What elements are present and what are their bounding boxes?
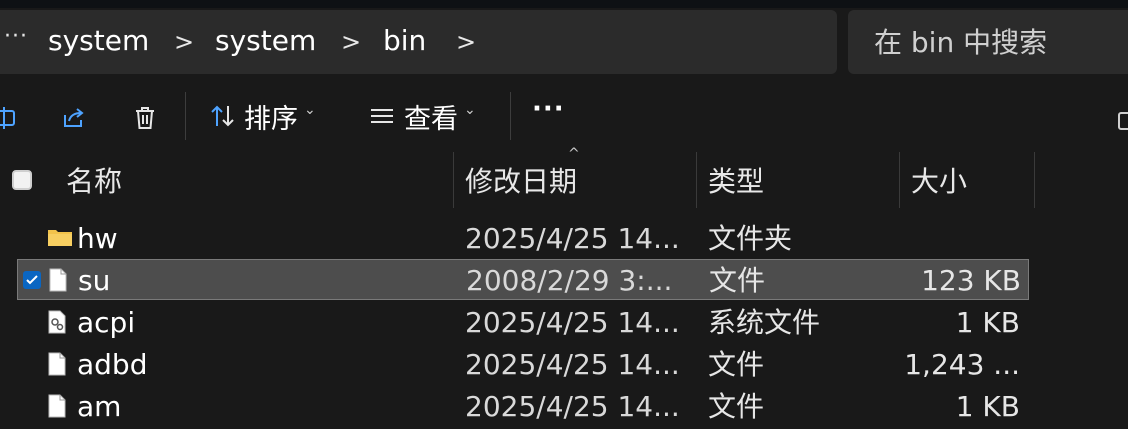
file-icon xyxy=(49,268,67,292)
file-row-hw[interactable]: hw 2025/4/25 14... 文件夹 xyxy=(17,218,1029,259)
column-header-date[interactable]: 修改日期 xyxy=(465,152,695,208)
column-resize-handle[interactable] xyxy=(899,152,900,208)
file-icon xyxy=(48,352,66,376)
rename-icon[interactable] xyxy=(0,104,22,132)
file-name: adbd xyxy=(77,348,148,381)
breadcrumb-system-1[interactable]: system xyxy=(48,24,149,58)
more-options-button[interactable]: ··· xyxy=(532,94,565,124)
column-date-label: 修改日期 xyxy=(465,165,578,198)
file-size: 123 KB xyxy=(921,264,1021,297)
file-icon xyxy=(48,394,66,418)
toolbar-divider xyxy=(510,92,511,140)
breadcrumb-overflow-button[interactable]: ··· xyxy=(4,24,28,49)
chevron-down-icon: ⌄ xyxy=(464,102,476,118)
delete-icon[interactable] xyxy=(131,104,159,132)
file-row-su[interactable]: su 2008/2/29 3:... 文件 123 KB xyxy=(17,259,1029,300)
file-type: 文件 xyxy=(708,390,765,423)
column-resize-handle[interactable] xyxy=(453,152,454,208)
search-placeholder: 在 bin 中搜索 xyxy=(874,26,1048,59)
sort-button[interactable]: 排序 ⌄ xyxy=(208,96,316,136)
file-date: 2008/2/29 3:... xyxy=(466,264,673,297)
breadcrumb-system-2[interactable]: system xyxy=(215,24,316,58)
file-size: 1 KB xyxy=(955,390,1020,423)
file-type: 文件 xyxy=(708,348,765,381)
file-name: acpi xyxy=(77,306,136,339)
file-size: 1,243 ... xyxy=(904,348,1020,381)
system-file-icon xyxy=(48,310,66,334)
column-header-name[interactable]: 名称 xyxy=(66,152,452,208)
column-header-row: 名称 ^ 修改日期 类型 大小 xyxy=(0,146,1128,208)
folder-icon xyxy=(48,230,72,246)
column-size-label: 大小 xyxy=(911,165,968,198)
file-size: 1 KB xyxy=(955,306,1020,339)
file-date: 2025/4/25 14... xyxy=(465,348,680,381)
row-checkbox[interactable] xyxy=(23,271,41,289)
sort-icon xyxy=(211,105,234,127)
file-name: am xyxy=(77,390,122,423)
view-button[interactable]: 查看 ⌄ xyxy=(368,96,476,136)
share-icon[interactable] xyxy=(60,104,88,132)
file-type: 系统文件 xyxy=(708,306,821,339)
checkmark-icon xyxy=(26,275,38,285)
column-name-label: 名称 xyxy=(66,165,123,198)
select-all-checkbox[interactable] xyxy=(12,170,32,190)
file-name: hw xyxy=(77,222,118,255)
chevron-right-icon[interactable]: > xyxy=(341,28,361,56)
details-pane-icon[interactable] xyxy=(1118,112,1128,130)
address-bar[interactable]: ··· system > system > bin > xyxy=(0,10,837,74)
file-row-adbd[interactable]: adbd 2025/4/25 14... 文件 1,243 ... xyxy=(17,344,1029,385)
view-label: 查看 xyxy=(404,103,458,135)
file-row-acpi[interactable]: acpi 2025/4/25 14... 系统文件 1 KB xyxy=(17,302,1029,343)
file-date: 2025/4/25 14... xyxy=(465,306,680,339)
chevron-down-icon: ⌄ xyxy=(304,102,316,118)
chevron-right-icon[interactable]: > xyxy=(456,28,476,56)
file-date: 2025/4/25 14... xyxy=(465,390,680,423)
column-resize-handle[interactable] xyxy=(696,152,697,208)
file-row-am[interactable]: am 2025/4/25 14... 文件 1 KB xyxy=(17,386,1029,427)
column-header-size[interactable]: 大小 xyxy=(911,152,1031,208)
view-icon xyxy=(371,109,393,123)
file-date: 2025/4/25 14... xyxy=(465,222,680,255)
search-input[interactable]: 在 bin 中搜索 xyxy=(848,10,1128,74)
breadcrumb-bin[interactable]: bin xyxy=(383,24,426,58)
column-type-label: 类型 xyxy=(708,165,765,198)
file-type: 文件 xyxy=(709,264,766,297)
file-name: su xyxy=(78,264,111,297)
column-header-type[interactable]: 类型 xyxy=(708,152,898,208)
toolbar-divider xyxy=(185,92,186,140)
column-resize-handle[interactable] xyxy=(1034,152,1035,208)
command-bar: 排序 ⌄ 查看 ⌄ ··· xyxy=(0,86,1128,148)
chevron-right-icon[interactable]: > xyxy=(174,28,194,56)
file-type: 文件夹 xyxy=(708,222,793,255)
sort-label: 排序 xyxy=(244,103,298,135)
title-strip xyxy=(0,0,1128,8)
